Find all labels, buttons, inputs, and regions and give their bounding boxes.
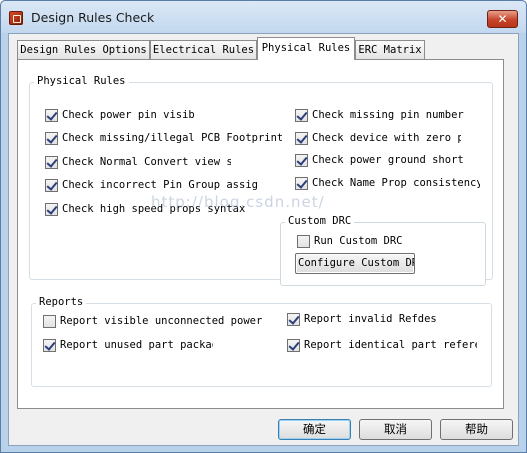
checkbox-icon[interactable] (295, 177, 308, 190)
checkbox-icon[interactable] (45, 109, 58, 122)
report-invalid-refdes[interactable]: Report invalid Refdes (287, 313, 437, 326)
checkbox-icon[interactable] (295, 154, 308, 167)
tab-erc-matrix[interactable]: ERC Matrix (355, 40, 425, 59)
tab-electrical-rules[interactable]: Electrical Rules (150, 40, 257, 59)
reports-group-label: Reports (36, 296, 87, 308)
checkbox-icon[interactable] (297, 235, 310, 248)
checkbox-icon[interactable] (287, 313, 300, 326)
check-name-prop-consistency[interactable]: Check Name Prop consistency (295, 177, 480, 190)
checkbox-icon[interactable] (295, 109, 308, 122)
dialog-client-area: Design Rules Options Electrical Rules Ph… (8, 33, 519, 446)
report-identical-part-reference[interactable]: Report identical part refere (287, 339, 477, 352)
checkbox-icon[interactable] (43, 315, 56, 328)
ok-button[interactable]: 确定 (278, 419, 351, 440)
checkbox-icon[interactable] (45, 156, 58, 169)
report-unused-part-package[interactable]: Report unused part packag (43, 339, 213, 352)
close-button[interactable]: ✕ (487, 10, 518, 28)
check-incorrect-pin-group[interactable]: Check incorrect Pin Group assign (45, 179, 258, 192)
report-visible-unconnected-power[interactable]: Report visible unconnected power (43, 315, 263, 328)
dialog-window: Design Rules Check ✕ Design Rules Option… (0, 0, 527, 453)
check-power-pin-visibility[interactable]: Check power pin visib (45, 109, 195, 122)
run-custom-drc-checkbox[interactable]: Run Custom DRC (297, 235, 437, 248)
check-power-ground-short[interactable]: Check power ground short (295, 154, 465, 167)
configure-custom-drc-button[interactable]: Configure Custom DRC (295, 253, 415, 274)
tab-physical-rules[interactable]: Physical Rules (257, 37, 355, 60)
app-icon (9, 11, 23, 25)
checkbox-icon[interactable] (45, 203, 58, 216)
physical-rules-group-label: Physical Rules (34, 75, 129, 87)
check-device-zero-pins[interactable]: Check device with zero pi (295, 132, 461, 145)
checkbox-icon[interactable] (295, 132, 308, 145)
check-normal-convert-view[interactable]: Check Normal Convert view sy (45, 156, 231, 169)
physical-rules-tab-page: Physical Rules Check power pin visib Che… (17, 59, 504, 409)
cancel-button[interactable]: 取消 (359, 419, 432, 440)
check-missing-pcb-footprint[interactable]: Check missing/illegal PCB Footprint p (45, 132, 282, 145)
checkbox-icon[interactable] (45, 179, 58, 192)
title-bar[interactable]: Design Rules Check ✕ (1, 1, 526, 33)
checkbox-icon[interactable] (287, 339, 300, 352)
check-missing-pin-number[interactable]: Check missing pin number (295, 109, 465, 122)
tab-design-rules-options[interactable]: Design Rules Options (17, 40, 150, 59)
checkbox-icon[interactable] (43, 339, 56, 352)
checkbox-icon[interactable] (45, 132, 58, 145)
help-button[interactable]: 帮助 (440, 419, 513, 440)
custom-drc-group-label: Custom DRC (285, 215, 355, 227)
window-title: Design Rules Check (31, 10, 155, 25)
check-high-speed-props[interactable]: Check high speed props syntax (45, 203, 245, 216)
